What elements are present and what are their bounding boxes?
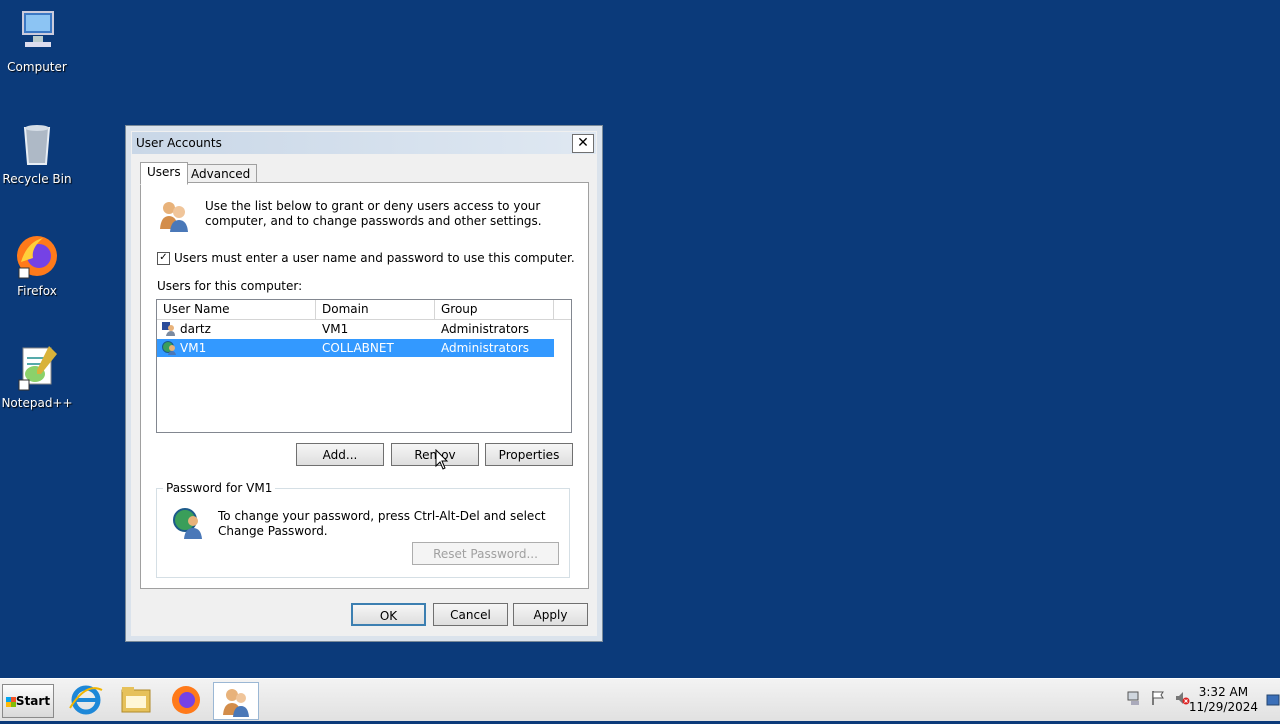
- intro-text: Use the list below to grant or deny user…: [205, 199, 542, 228]
- desktop-icon-label: Notepad++: [1, 396, 73, 410]
- cell-user-name: VM1: [180, 341, 207, 355]
- taskbar-firefox[interactable]: [164, 682, 208, 718]
- apply-button[interactable]: Apply: [513, 603, 588, 626]
- taskbar-explorer[interactable]: [114, 682, 158, 718]
- firefox-icon: [172, 686, 200, 714]
- list-header: User Name Domain Group: [157, 300, 571, 320]
- cell-domain: COLLABNET: [322, 341, 394, 355]
- password-group-title: Password for VM1: [163, 481, 276, 495]
- column-header-domain[interactable]: Domain: [316, 300, 435, 319]
- column-header-user-name[interactable]: User Name: [157, 300, 316, 319]
- clock-time: 3:32 AM: [1198, 685, 1249, 699]
- users-list[interactable]: User Name Domain Group dartz VM1 Adminis…: [156, 299, 572, 433]
- internet-explorer-icon: [69, 685, 103, 715]
- desktop-icon-label: Firefox: [17, 284, 57, 298]
- show-desktop-icon: [1266, 694, 1280, 706]
- show-desktop-button[interactable]: [1266, 679, 1280, 721]
- users-list-label: Users for this computer:: [157, 279, 303, 293]
- table-row[interactable]: dartz VM1 Administrators: [157, 320, 554, 338]
- desktop-icon-firefox[interactable]: Firefox: [0, 232, 74, 298]
- close-button[interactable]: ✕: [572, 134, 594, 153]
- volume-muted-icon[interactable]: [1174, 690, 1190, 706]
- password-group: Password for VM1 To change your password…: [156, 481, 570, 578]
- start-button[interactable]: Start: [2, 684, 54, 718]
- password-instructions: To change your password, press Ctrl-Alt-…: [218, 509, 546, 538]
- mouse-cursor-icon: [435, 448, 449, 471]
- desktop-icon-computer[interactable]: Computer: [0, 8, 74, 74]
- user-accounts-window: User Accounts ✕ Users Advanced Use the l…: [125, 125, 603, 642]
- system-clock[interactable]: 3:32 AM 11/29/2024: [1189, 685, 1258, 715]
- taskbar: Start 3:32 AM 11/29/2024: [0, 678, 1280, 721]
- explorer-folder-icon: [121, 687, 151, 713]
- cell-domain: VM1: [322, 322, 349, 336]
- network-tray-icon[interactable]: [1126, 690, 1142, 706]
- users-icon: [157, 199, 191, 233]
- table-row[interactable]: VM1 COLLABNET Administrators: [157, 339, 554, 357]
- tab-users[interactable]: Users: [140, 162, 188, 185]
- windows-logo-icon: [5, 696, 16, 707]
- domain-user-icon: [162, 341, 176, 355]
- clock-date: 11/29/2024: [1188, 700, 1258, 714]
- require-login-row: ✓ Users must enter a user name and passwo…: [157, 251, 575, 265]
- start-label: Start: [15, 694, 51, 708]
- user-icon: [162, 322, 176, 336]
- notepadpp-icon: [13, 344, 61, 392]
- column-header-group[interactable]: Group: [435, 300, 554, 319]
- desktop-icon-label: Recycle Bin: [2, 172, 72, 186]
- cell-group: Administrators: [441, 341, 530, 355]
- properties-button[interactable]: Properties: [485, 443, 573, 466]
- desktop-icon-notepadpp[interactable]: Notepad++: [0, 344, 74, 410]
- desktop-icon-label: Computer: [7, 60, 67, 74]
- firefox-icon: [13, 232, 61, 280]
- cell-user-name: dartz: [180, 322, 211, 336]
- require-login-checkbox[interactable]: ✓: [157, 252, 170, 265]
- ok-button[interactable]: OK: [351, 603, 426, 626]
- taskbar-internet-explorer[interactable]: [64, 682, 108, 718]
- computer-icon: [13, 8, 61, 56]
- require-login-label: Users must enter a user name and passwor…: [174, 251, 575, 265]
- reset-password-button[interactable]: Reset Password...: [412, 542, 559, 565]
- title-bar[interactable]: User Accounts ✕: [132, 132, 596, 154]
- user-accounts-icon: [223, 689, 249, 717]
- recycle-bin-icon: [13, 120, 61, 168]
- cell-group: Administrators: [441, 322, 530, 336]
- desktop-icon-recycle-bin[interactable]: Recycle Bin: [0, 120, 74, 186]
- add-button[interactable]: Add...: [296, 443, 384, 466]
- cancel-button[interactable]: Cancel: [433, 603, 508, 626]
- password-user-icon: [172, 507, 204, 539]
- action-center-flag-icon[interactable]: [1150, 690, 1166, 706]
- taskbar-user-accounts[interactable]: [213, 682, 259, 720]
- window-title: User Accounts: [136, 136, 222, 150]
- users-tab-panel: Use the list below to grant or deny user…: [140, 182, 589, 589]
